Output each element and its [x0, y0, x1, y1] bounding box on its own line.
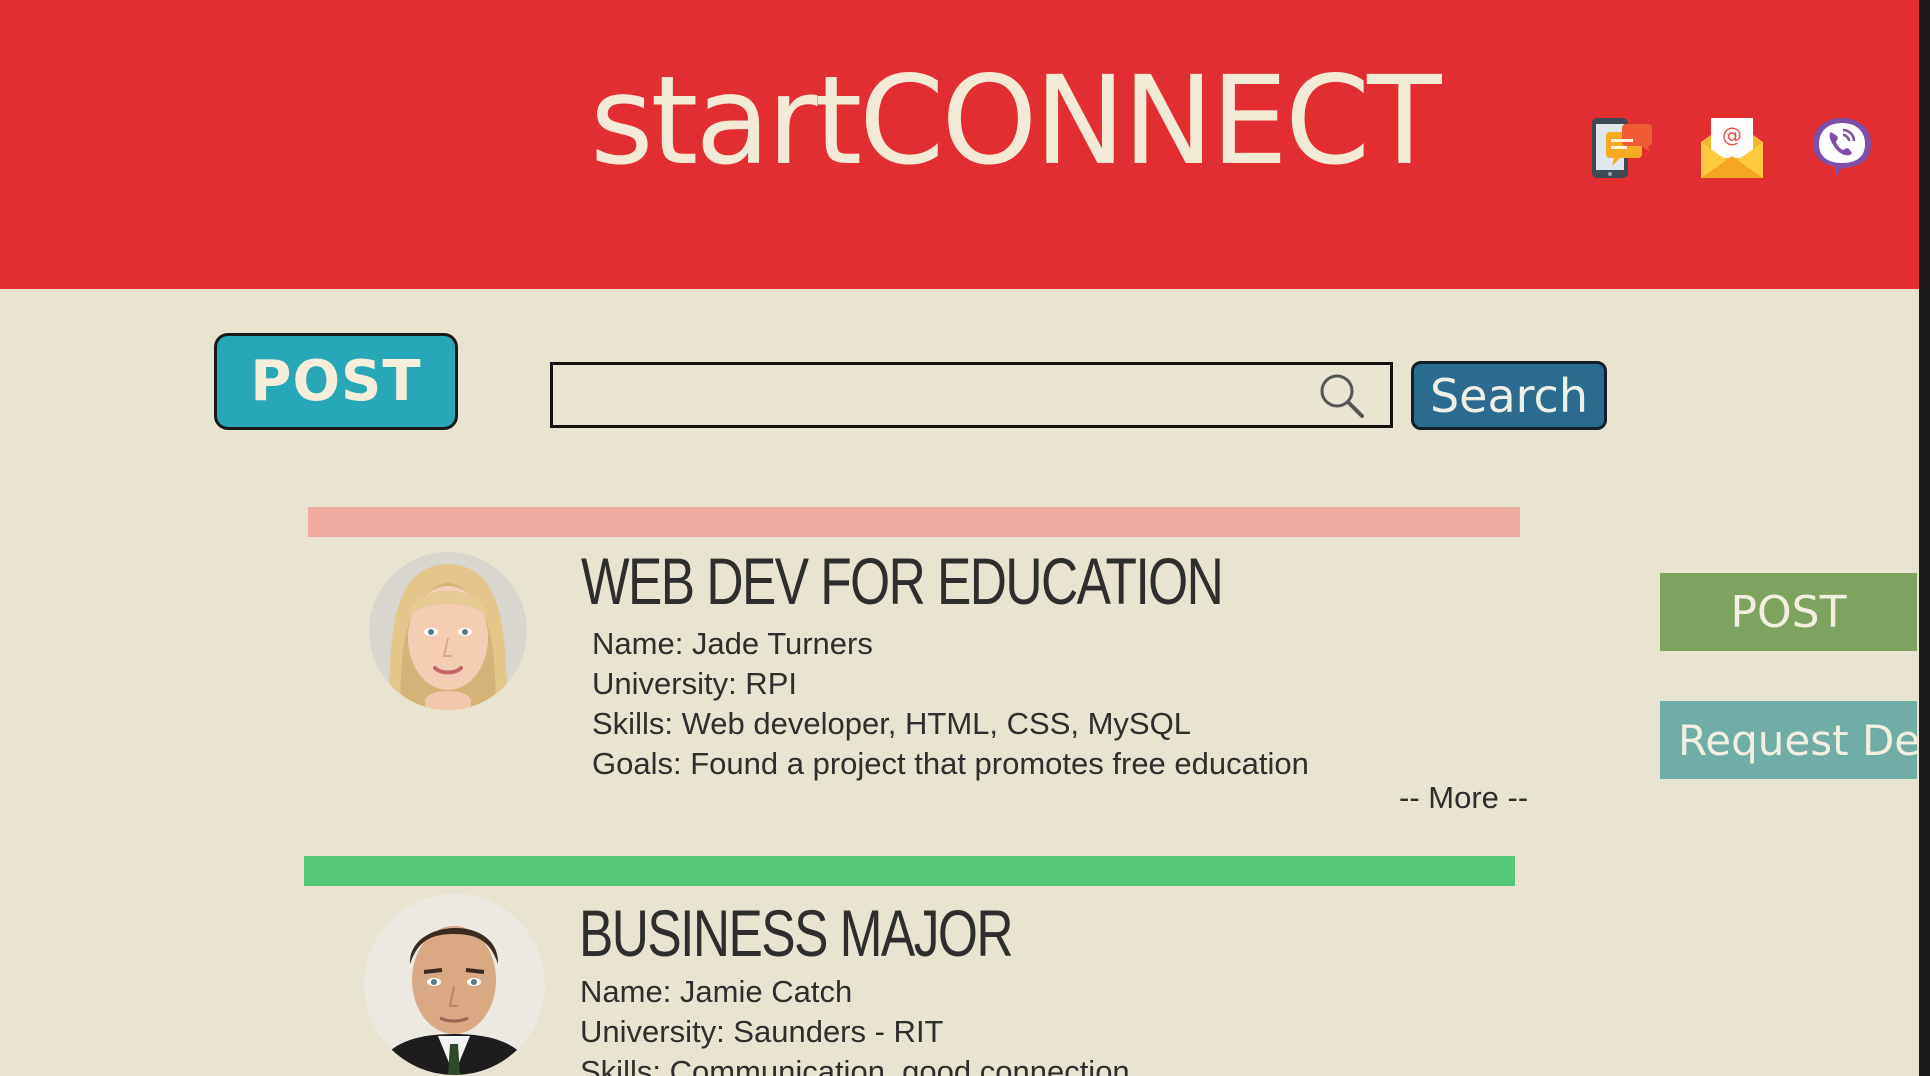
post-details: Name: Jade Turners University: RPI Skill… [592, 624, 1309, 784]
header: startCONNECT @ [0, 0, 1919, 289]
search-bar [550, 362, 1393, 428]
post-goals: Goals: Found a project that promotes fre… [592, 746, 1309, 781]
post-button[interactable]: POST [214, 333, 458, 430]
post-color-bar [304, 856, 1515, 886]
search-input[interactable] [553, 365, 1313, 425]
search-button[interactable]: Search [1411, 361, 1607, 430]
avatar[interactable] [369, 552, 527, 710]
phone-call-icon[interactable] [1807, 112, 1877, 182]
brand-logo[interactable]: startCONNECT [590, 60, 1442, 182]
brand-connect: CONNECT [859, 50, 1442, 192]
post-title[interactable]: BUSINESS MAJOR [579, 900, 1014, 966]
post-university: University: RPI [592, 666, 797, 701]
side-post-button[interactable]: POST [1660, 573, 1917, 651]
post-details: Name: Jamie Catch University: Saunders -… [580, 972, 1130, 1076]
svg-text:@: @ [1722, 123, 1742, 147]
page: startCONNECT @ POST Search WEB DEV FOR E… [0, 0, 1919, 1076]
more-link[interactable]: -- More -- [1399, 780, 1528, 816]
brand-start: start [590, 50, 862, 192]
post-university: University: Saunders - RIT [580, 1014, 944, 1049]
post-name: Name: Jamie Catch [580, 974, 853, 1009]
email-icon[interactable]: @ [1697, 112, 1767, 182]
post-skills: Skills: Communication, good connection [580, 1054, 1130, 1076]
chat-icon[interactable] [1588, 112, 1658, 182]
post-title[interactable]: WEB DEV FOR EDUCATION [581, 548, 1224, 614]
search-icon[interactable] [1317, 371, 1367, 421]
post-skills: Skills: Web developer, HTML, CSS, MySQL [592, 706, 1191, 741]
request-delete-button[interactable]: Request Del [1660, 701, 1917, 779]
avatar[interactable] [364, 894, 545, 1075]
post-name: Name: Jade Turners [592, 626, 873, 661]
window-edge [1919, 0, 1930, 1076]
post-color-bar [308, 507, 1520, 537]
